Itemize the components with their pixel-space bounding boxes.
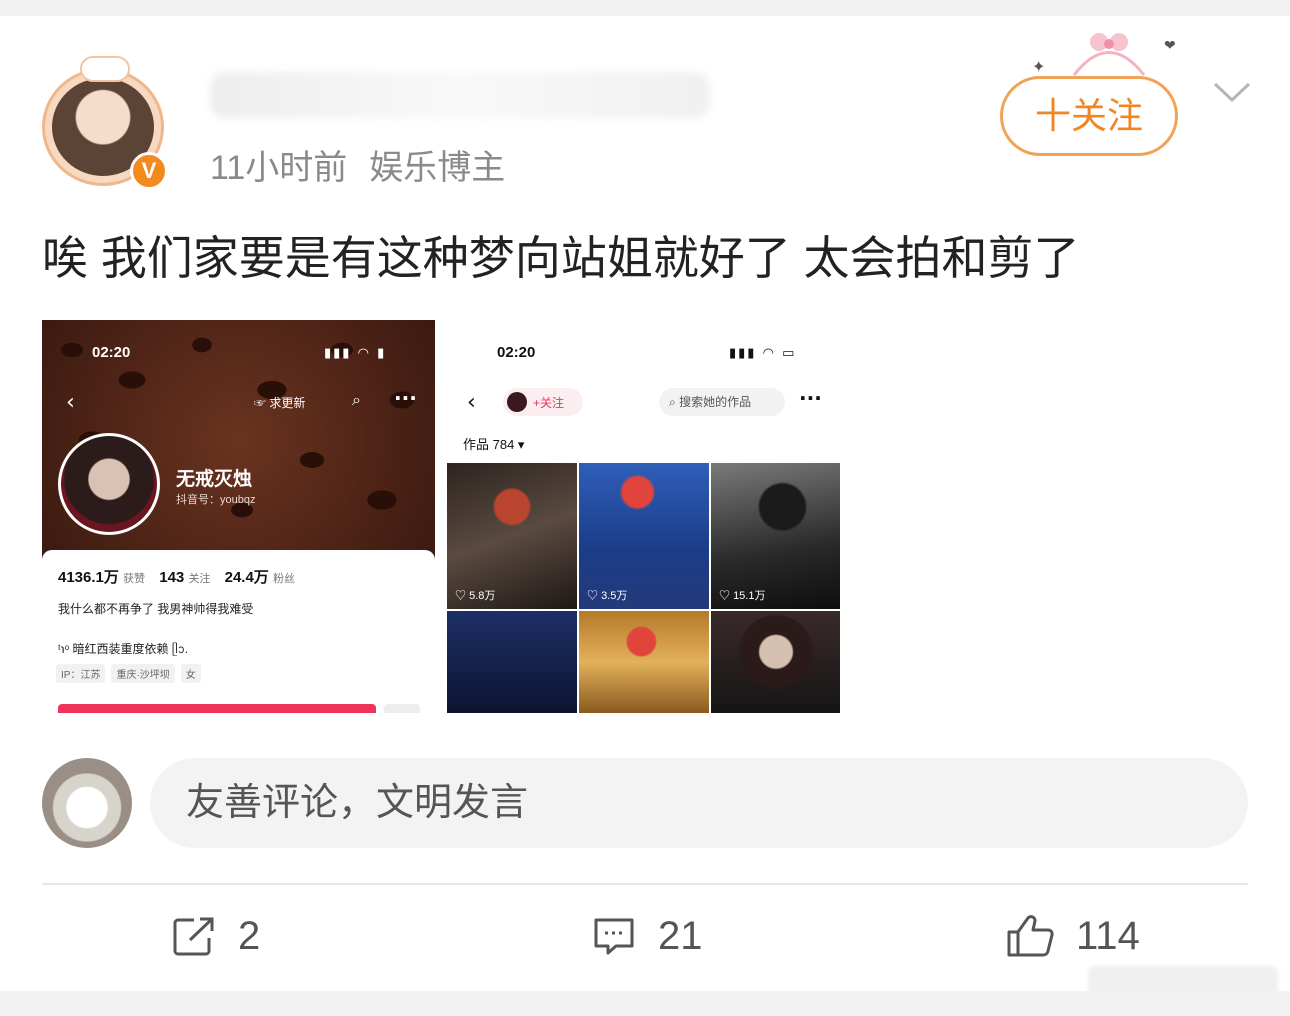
search-works: ⌕ 搜索她的作品 xyxy=(659,388,785,416)
following-label: 关注 xyxy=(188,573,211,585)
thumb-likes: ♡ 3.5万 xyxy=(587,590,628,602)
likes-label: 获赞 xyxy=(123,573,146,585)
profile-tag: 重庆·沙坪坝 xyxy=(111,664,175,683)
thumbs-up-icon xyxy=(1007,915,1054,957)
repost-icon xyxy=(173,917,214,956)
profile-bio-line2: ᵗ℩ᵒ 暗红西装重度依赖 ᥫᩣ. xyxy=(58,642,189,656)
profile-id: 抖音号：youbqz xyxy=(176,494,256,506)
comment-button[interactable]: 21 xyxy=(592,906,703,966)
profile-follow-bar xyxy=(58,704,376,713)
svg-text:❤: ❤ xyxy=(1164,38,1176,54)
more-icon: ··· xyxy=(394,386,417,410)
svg-text:✦: ✦ xyxy=(1032,57,1045,76)
thumb-likes-value: 15.1万 xyxy=(733,590,766,602)
repost-count: 2 xyxy=(238,913,261,958)
works-grid: ♡ 5.8万 ♡ 3.5万 ♡ 15.1万 xyxy=(447,463,840,713)
like-button[interactable]: 114 xyxy=(1006,906,1140,966)
profile-avatar xyxy=(58,433,160,535)
post-text: 唉 我们家要是有这种梦向站姐就好了 太会拍和剪了 xyxy=(42,232,1080,284)
thumb-likes-value: 3.5万 xyxy=(601,590,628,602)
comment-input[interactable]: 友善评论，文明发言 xyxy=(150,758,1248,848)
work-thumbnail xyxy=(711,611,840,713)
fans-label: 粉丝 xyxy=(272,573,295,585)
author-category: 娱乐博主 xyxy=(369,149,506,187)
work-thumbnail: ♡ 5.8万 xyxy=(447,463,577,609)
profile-stats: 4136.1万 获赞 143 关注 24.4万 粉丝 xyxy=(58,566,305,587)
attached-image-profile[interactable]: 02:20 ▮▮▮ ◠ ▮ ‹ ☞ 求更新 ⌕ ··· 无戒灭烛 抖音号：you… xyxy=(42,320,435,713)
attached-image-works[interactable]: 02:20 ▮▮▮ ◠ ▭ ‹ +关注 ⌕ 搜索她的作品 ··· 作品 784 … xyxy=(447,320,840,713)
profile-tag: IP：江苏 xyxy=(56,664,106,683)
work-thumbnail xyxy=(579,611,709,713)
divider xyxy=(42,883,1248,885)
status-time: 02:20 xyxy=(92,344,131,361)
status-time: 02:20 xyxy=(497,344,536,361)
comment-count: 21 xyxy=(658,913,703,958)
status-icons: ▮▮▮ ◠ ▭ xyxy=(729,346,797,361)
more-icon: ··· xyxy=(799,386,822,410)
request-update-label: 求更新 xyxy=(269,396,306,410)
mini-avatar xyxy=(507,392,527,412)
work-thumbnail xyxy=(447,611,577,713)
follow-button[interactable]: 十关注 xyxy=(1000,76,1178,156)
following-value: 143 xyxy=(159,569,185,586)
status-icons: ▮▮▮ ◠ ▮ xyxy=(324,346,387,361)
bottom-gap xyxy=(0,991,1290,1016)
post-time: 11小时前 xyxy=(210,149,348,187)
thumb-likes: ♡ 5.8万 xyxy=(455,590,496,602)
commenter-avatar[interactable] xyxy=(42,758,132,848)
work-thumbnail: ♡ 15.1万 xyxy=(711,463,840,609)
profile-tag: 女 xyxy=(180,664,201,683)
works-count: 作品 784 ▾ xyxy=(463,437,525,452)
profile-bio-line1: 我什么都不再争了 我男神帅得我难受 xyxy=(58,602,254,616)
like-count: 114 xyxy=(1076,913,1140,958)
follow-label: +关注 xyxy=(533,396,565,410)
post-meta: 11小时前 娱乐博主 xyxy=(210,140,505,189)
profile-name: 无戒灭烛 xyxy=(176,469,253,490)
thumb-likes: ♡ 15.1万 xyxy=(719,590,766,602)
back-arrow-icon: ‹ xyxy=(66,390,75,415)
search-works-label: 搜索她的作品 xyxy=(679,395,752,409)
repost-button[interactable]: 2 xyxy=(172,906,260,966)
back-arrow-icon: ‹ xyxy=(467,390,476,415)
work-thumbnail: ♡ 3.5万 xyxy=(579,463,709,609)
chevron-down-icon[interactable] xyxy=(1212,76,1252,106)
verified-badge-icon: V xyxy=(130,152,168,190)
profile-tags: IP：江苏 重庆·沙坪坝女 xyxy=(56,664,207,683)
comment-icon xyxy=(594,918,634,955)
thumb-likes-value: 5.8万 xyxy=(469,590,496,602)
author-name-blurred[interactable] xyxy=(210,72,710,118)
top-gap xyxy=(0,0,1290,16)
likes-value: 4136.1万 xyxy=(58,569,119,586)
profile-message-bar xyxy=(384,704,420,713)
fans-value: 24.4万 xyxy=(224,569,269,586)
cloud-icon xyxy=(80,56,130,82)
search-icon: ⌕ xyxy=(352,390,361,409)
request-update: ☞ 求更新 xyxy=(254,396,306,410)
